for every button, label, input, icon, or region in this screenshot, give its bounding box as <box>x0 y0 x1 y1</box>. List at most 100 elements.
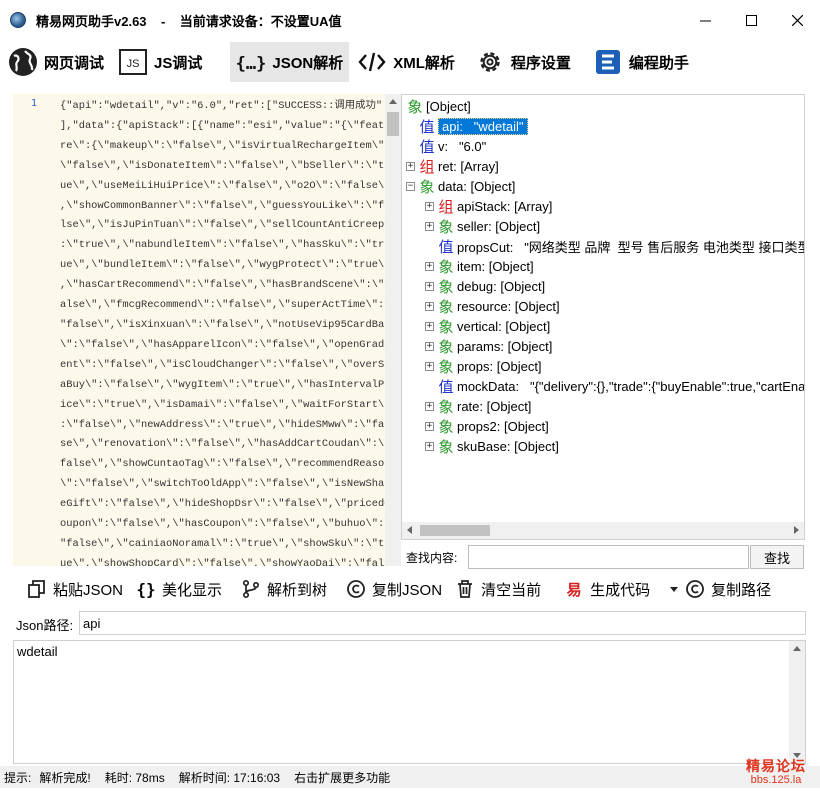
tool-label: 程序设置 <box>510 54 571 72</box>
tree-node[interactable]: + 象 skuBase: [Object] <box>425 436 559 456</box>
tree-node[interactable]: + 组 ret: [Array] <box>406 156 499 176</box>
search-input[interactable] <box>468 545 749 569</box>
xml-code-icon <box>357 47 387 77</box>
app-logo-icon <box>10 12 26 28</box>
tree-node[interactable]: − 象 data: [Object] <box>406 176 515 196</box>
expand-toggle-icon[interactable]: + <box>425 261 434 271</box>
copy-path-button[interactable]: 复制路径 <box>670 578 771 600</box>
expand-toggle-icon[interactable]: + <box>425 441 434 451</box>
tree-node[interactable]: 象 [Object] <box>406 96 470 116</box>
expand-toggle-icon[interactable]: + <box>425 281 434 291</box>
title-bar: 精易网页助手v2.63 - 当前请求设备：不设置UA值 <box>0 0 820 40</box>
array-node-icon: 组 <box>438 198 454 216</box>
action-label: 复制JSON <box>372 581 443 599</box>
tool-coding-assistant[interactable]: 编程助手 <box>587 42 695 82</box>
tree-node-label: resource: [Object] <box>457 298 560 314</box>
tree-node[interactable]: + 象 seller: [Object] <box>425 216 540 236</box>
json-source-text[interactable]: {"api":"wdetail","v":"6.0","ret":["SUCCE… <box>60 97 385 566</box>
scroll-right-arrow-icon[interactable] <box>794 526 799 534</box>
tree-node[interactable]: 值 v: "6.0" <box>406 136 486 156</box>
tool-xml-parse[interactable]: XML解析 <box>351 42 461 82</box>
clear-current-button[interactable]: 清空当前 <box>454 578 541 600</box>
search-button[interactable]: 查找 <box>750 545 804 569</box>
tree-node[interactable]: + 象 props2: [Object] <box>425 416 549 436</box>
tree-node[interactable]: + 象 rate: [Object] <box>425 396 531 416</box>
object-node-icon: 象 <box>438 258 454 276</box>
tree-node[interactable]: 值 api: "wdetail" <box>406 116 528 136</box>
js-icon: JS <box>118 47 148 77</box>
json-tree-view[interactable]: 象 [Object] 值 api: "wdetail" 值 v: "6.0" + 组 ret: … <box>401 94 805 540</box>
main-toolbar: 网页调试 JS JS调试 {…} JSON解析 XML解析 程序设置 编程助手 <box>0 40 820 84</box>
status-parse-time: 解析时间: 17:16:03 <box>178 770 281 785</box>
object-node-icon: 象 <box>438 278 454 296</box>
paste-icon <box>26 578 48 600</box>
forum-watermark: 精易论坛 bbs.125.la <box>746 759 806 787</box>
window-controls <box>682 0 820 40</box>
expand-toggle-icon[interactable]: + <box>406 161 415 171</box>
tree-node[interactable]: + 象 params: [Object] <box>425 336 552 356</box>
expand-toggle-icon[interactable]: + <box>425 361 434 371</box>
status-hint: 右击扩展更多功能 <box>294 770 391 785</box>
search-label: 查找内容: <box>406 551 458 565</box>
parse-to-tree-button[interactable]: 解析到树 <box>240 578 327 600</box>
scroll-left-arrow-icon[interactable] <box>407 526 412 534</box>
scroll-up-arrow-icon[interactable] <box>389 99 397 104</box>
tree-node-label: v: "6.0" <box>438 138 487 154</box>
tree-node[interactable]: + 象 item: [Object] <box>425 256 534 276</box>
value-vertical-scrollbar[interactable] <box>789 641 805 763</box>
scroll-up-arrow-icon[interactable] <box>793 646 801 651</box>
tree-node[interactable]: + 象 vertical: [Object] <box>425 316 550 336</box>
scroll-thumb[interactable] <box>420 525 490 536</box>
copy-json-button[interactable]: 复制JSON <box>345 578 442 600</box>
object-node-icon: 象 <box>419 178 435 196</box>
tool-settings[interactable]: 程序设置 <box>469 42 577 82</box>
expand-toggle-icon[interactable]: + <box>425 401 434 411</box>
value-output-area[interactable]: wdetail <box>13 640 806 764</box>
minimize-button[interactable] <box>682 0 728 40</box>
yi-logo-icon: 易 <box>566 581 582 599</box>
paste-json-button[interactable]: 粘贴JSON <box>26 578 123 600</box>
no-toggle <box>406 122 415 131</box>
collapse-toggle-icon[interactable]: − <box>406 181 415 191</box>
expand-toggle-icon[interactable]: + <box>425 301 434 311</box>
tree-node[interactable]: + 象 props: [Object] <box>425 356 542 376</box>
tree-node-label: ret: [Array] <box>438 158 499 174</box>
json-path-field[interactable]: api <box>79 611 806 635</box>
tool-json-parse[interactable]: {…} JSON解析 <box>230 42 350 82</box>
tree-horizontal-scrollbar[interactable] <box>402 522 804 539</box>
tool-web-debug[interactable]: 网页调试 <box>2 42 110 82</box>
expand-toggle-icon[interactable]: + <box>425 201 434 211</box>
tree-node[interactable]: + 象 debug: [Object] <box>425 276 545 296</box>
tree-node[interactable]: + 组 apiStack: [Array] <box>425 196 552 216</box>
tool-label: XML解析 <box>393 54 455 72</box>
tool-label: 编程助手 <box>628 54 689 72</box>
tree-node[interactable]: + 象 resource: [Object] <box>425 296 560 316</box>
expand-toggle-icon[interactable]: + <box>425 221 434 231</box>
dropdown-arrow-icon[interactable] <box>670 586 679 592</box>
expand-toggle-icon[interactable]: + <box>425 341 434 351</box>
tree-node-label: props: [Object] <box>457 358 542 374</box>
tree-node-label: rate: [Object] <box>457 398 532 414</box>
braces-icon: {} <box>136 579 156 599</box>
beautify-button[interactable]: {} 美化显示 <box>135 578 222 600</box>
json-path-value: api <box>83 615 101 631</box>
json-code-editor[interactable]: 1 {"api":"wdetail","v":"6.0","ret":["SUC… <box>13 94 401 566</box>
close-button[interactable] <box>774 0 820 40</box>
copyright-circle-icon <box>684 578 706 600</box>
tree-node[interactable]: 值 propsCut: "网络类型 品牌 型号 售后服务 电池类型 接口类型 … <box>425 236 805 256</box>
expand-toggle-icon[interactable]: + <box>425 321 434 331</box>
object-node-icon: 象 <box>438 298 454 316</box>
expand-toggle-icon[interactable]: + <box>425 421 434 431</box>
tree-node[interactable]: 值 mockData: "{"delivery":{},"trade":{"buy… <box>425 376 804 396</box>
tree-node-label: propsCut: "网络类型 品牌 型号 售后服务 电池类型 接口类型 … <box>457 239 805 255</box>
tree-node-label: params: [Object] <box>457 338 553 354</box>
maximize-button[interactable] <box>728 0 774 40</box>
tool-js-debug[interactable]: JS JS调试 <box>112 42 208 82</box>
action-label: 清空当前 <box>481 581 542 599</box>
code-vertical-scrollbar[interactable] <box>385 94 401 566</box>
no-toggle <box>425 382 434 391</box>
generate-code-button[interactable]: 易 生成代码 <box>563 578 651 600</box>
action-label: 美化显示 <box>162 581 223 599</box>
scroll-thumb[interactable] <box>387 112 399 136</box>
globe-icon <box>8 47 38 77</box>
